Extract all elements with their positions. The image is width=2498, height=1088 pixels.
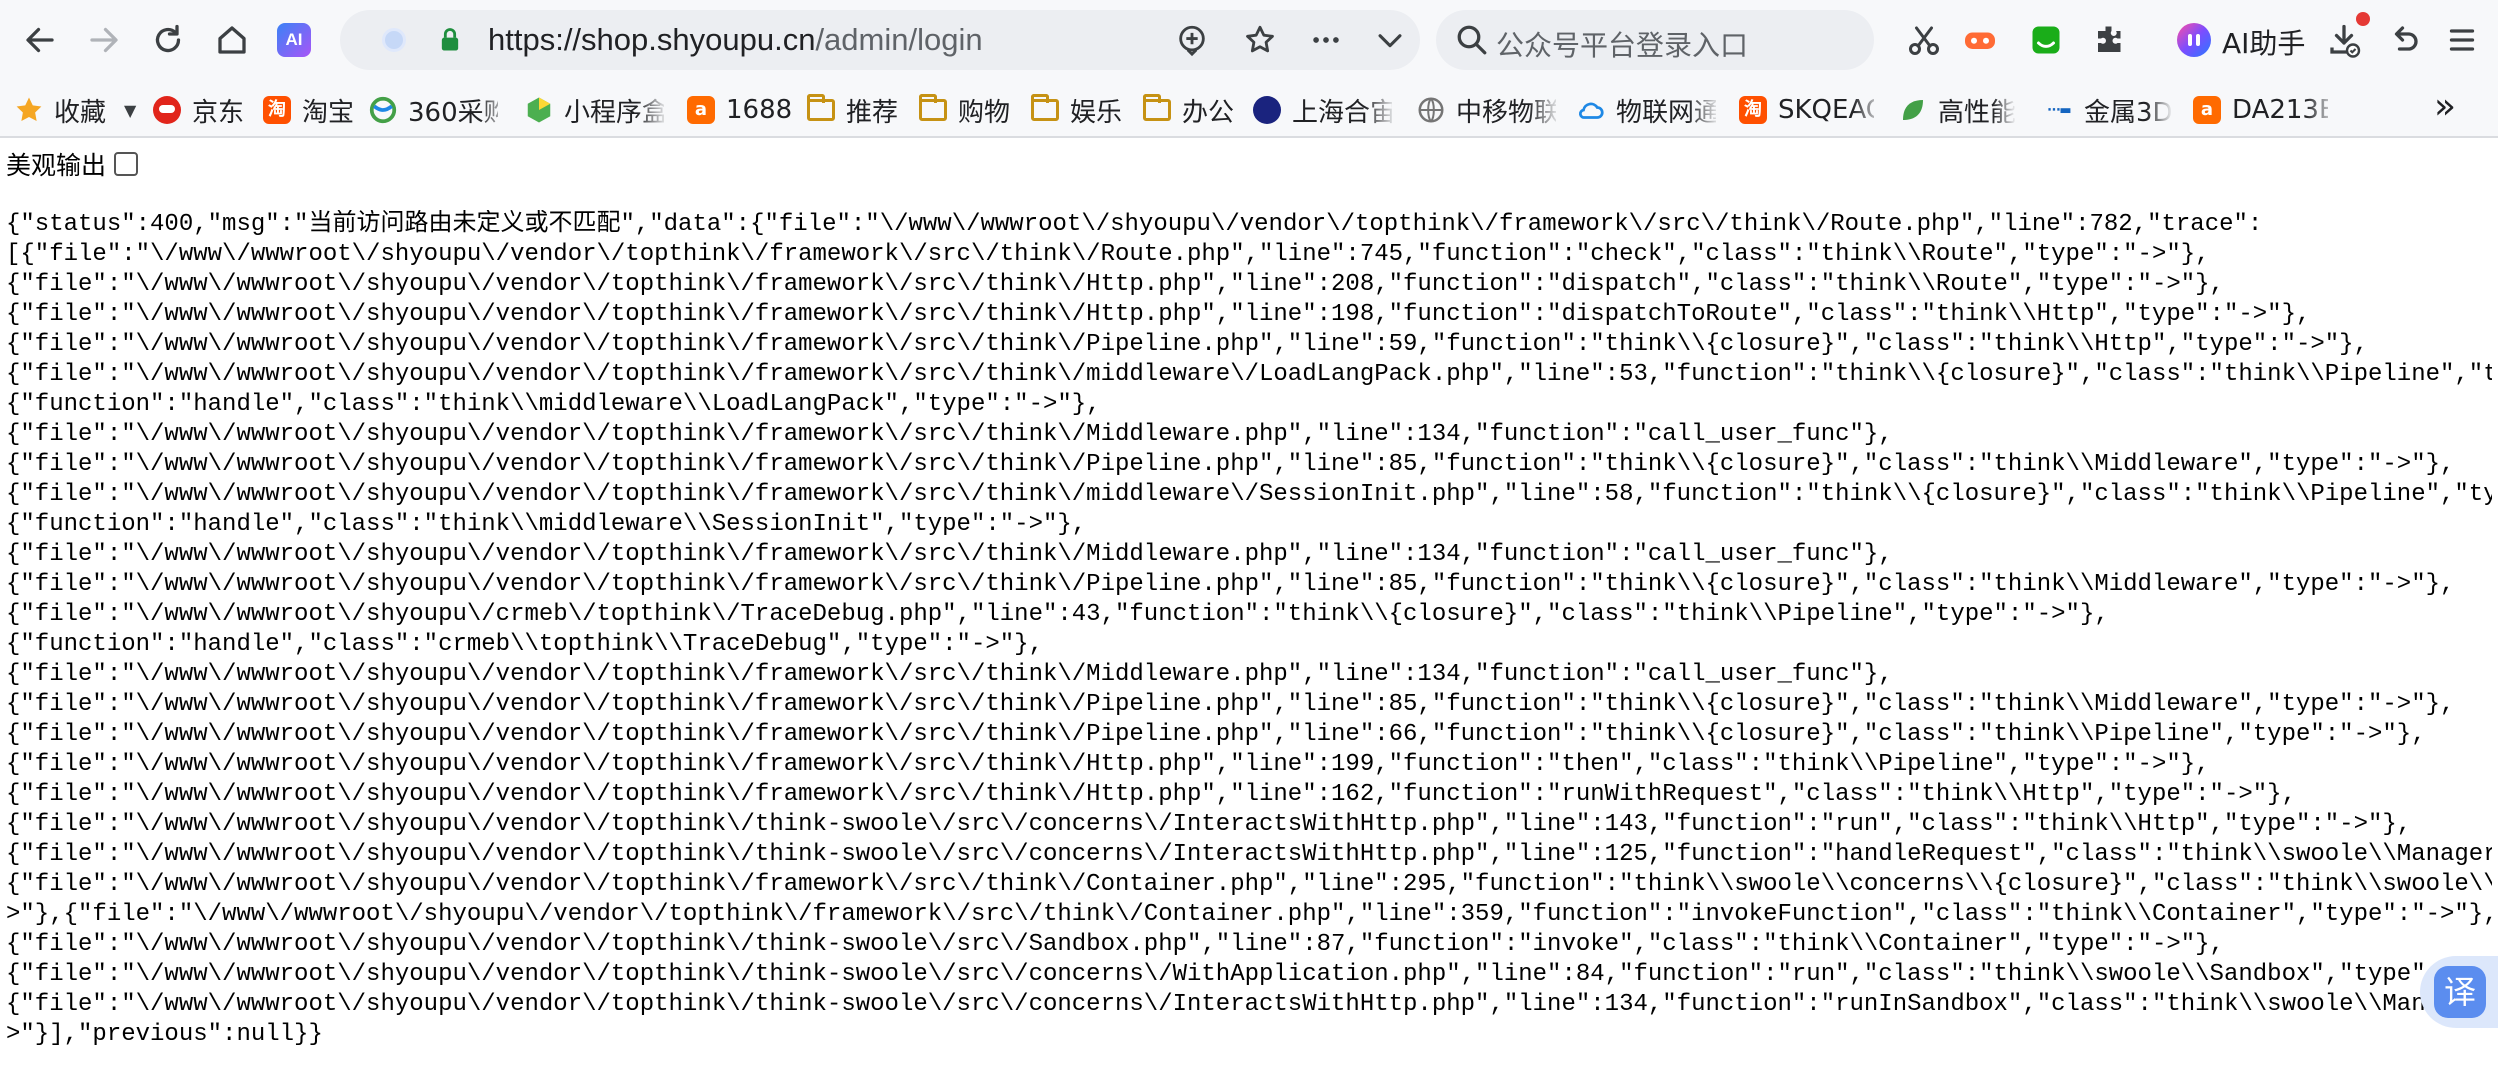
- bookmark-favorites[interactable]: 收藏 ▼: [14, 92, 136, 128]
- response-line: {"file":"\/www\/wwwroot\/shyoupu\/vendor…: [6, 361, 2492, 388]
- bookmark-folder-shopping[interactable]: 购物: [918, 92, 1010, 128]
- browser-toolbar: AI https://shop.shyoupu.cn/admin/login 公…: [0, 0, 2498, 82]
- json-response-body: {"status":400,"msg":"当前访问路由未定义或不匹配","dat…: [6, 210, 2492, 1050]
- notification-dot: [2356, 12, 2370, 26]
- bookmark-onenet[interactable]: 中移物联: [1416, 92, 1556, 128]
- home-icon[interactable]: [210, 18, 254, 62]
- bookmark-skqeac[interactable]: 淘 SKQEAC: [1738, 92, 1874, 128]
- response-line: {"function":"handle","class":"crmeb\\top…: [6, 631, 1043, 658]
- extensions-puzzle-icon[interactable]: [2088, 18, 2132, 62]
- star-icon: [14, 95, 44, 125]
- bookmark-miniapp[interactable]: 小程序盒: [524, 92, 664, 128]
- ai-helper-icon[interactable]: [2172, 18, 2216, 62]
- bookmark-1688[interactable]: a 1688: [686, 92, 792, 128]
- response-line: >"},{"file":"\/www\/wwwroot\/shyoupu\/ve…: [6, 901, 2492, 928]
- 360-icon: [368, 95, 398, 125]
- folder-icon: [918, 94, 948, 125]
- taobao-icon: 淘: [1738, 95, 1768, 125]
- response-line: {"file":"\/www\/wwwroot\/shyoupu\/vendor…: [6, 871, 2492, 898]
- chevron-down-icon[interactable]: ▼: [124, 101, 136, 120]
- response-line: {"function":"handle","class":"think\\mid…: [6, 391, 1101, 418]
- response-line: {"file":"\/www\/wwwroot\/shyoupu\/vendor…: [6, 571, 2455, 598]
- bookmark-folder-office[interactable]: 办公: [1142, 92, 1234, 128]
- response-line: {"file":"\/www\/wwwroot\/shyoupu\/vendor…: [6, 661, 1893, 688]
- game-extension-icon[interactable]: [1958, 18, 2002, 62]
- 1688-icon: a: [686, 95, 716, 125]
- bookmark-folder-recommend[interactable]: 推荐: [806, 92, 898, 128]
- bookmark-iot[interactable]: 物联网通: [1576, 92, 1716, 128]
- response-line: {"file":"\/www\/wwwroot\/shyoupu\/vendor…: [6, 781, 2296, 808]
- metal-icon: ⋯▬: [2047, 102, 2071, 118]
- response-line: {"file":"\/www\/wwwroot\/shyoupu\/vendor…: [6, 991, 2492, 1018]
- menu-icon[interactable]: [2440, 18, 2484, 62]
- response-line: {"file":"\/www\/wwwroot\/shyoupu\/vendor…: [6, 931, 2224, 958]
- leaf-icon: [1898, 95, 1928, 125]
- response-line: {"file":"\/www\/wwwroot\/shyoupu\/vendor…: [6, 331, 2368, 358]
- response-line: >"}],"previous":null}}: [6, 1021, 323, 1048]
- response-line: {"function":"handle","class":"think\\mid…: [6, 511, 1087, 538]
- taobao-icon: 淘: [262, 95, 292, 125]
- chat-extension-icon[interactable]: [2024, 18, 2068, 62]
- forward-arrow-icon[interactable]: [82, 18, 126, 62]
- 1688-icon: a: [2192, 95, 2222, 125]
- search-box[interactable]: 公众号平台登录入口: [1436, 10, 1874, 70]
- response-line: {"file":"\/www\/wwwroot\/shyoupu\/vendor…: [6, 481, 2492, 508]
- chevron-down-icon[interactable]: [1370, 20, 1410, 60]
- folder-icon: [1030, 94, 1060, 125]
- response-line: {"file":"\/www\/wwwroot\/shyoupu\/vendor…: [6, 451, 2455, 478]
- response-line: {"file":"\/www\/wwwroot\/shyoupu\/vendor…: [6, 811, 2412, 838]
- scissors-icon[interactable]: [1902, 18, 1946, 62]
- response-line: [{"file":"\/www\/wwwroot\/shyoupu\/vendo…: [6, 241, 2210, 268]
- undo-icon[interactable]: [2382, 18, 2426, 62]
- back-arrow-icon[interactable]: [18, 18, 62, 62]
- ai-helper-label[interactable]: AI助手: [2222, 22, 2305, 62]
- response-line: {"status":400,"msg":"当前访问路由未定义或不匹配","dat…: [6, 211, 2263, 238]
- pretty-print-checkbox[interactable]: [114, 152, 139, 176]
- site-info-icon[interactable]: [382, 28, 406, 52]
- bookmark-da213b[interactable]: a DA213B: [2192, 92, 2328, 128]
- response-line: {"file":"\/www\/wwwroot\/shyoupu\/vendor…: [6, 961, 2492, 988]
- bookmarks-overflow-icon[interactable]: »: [2434, 86, 2456, 127]
- miniapp-icon: [524, 95, 554, 125]
- bookmark-star-icon[interactable]: [1240, 20, 1280, 60]
- search-placeholder: 公众号平台登录入口: [1496, 29, 1749, 62]
- cloud-icon: [1576, 95, 1606, 125]
- add-bookmark-ai-icon[interactable]: [1172, 20, 1212, 60]
- pretty-print-label: 美观输出: [6, 151, 107, 180]
- folder-icon: [1142, 94, 1172, 125]
- translate-button[interactable]: 译: [2420, 956, 2498, 1028]
- bookmark-jd[interactable]: 京东: [152, 92, 244, 128]
- bookmark-performance[interactable]: 高性能: [1898, 92, 2028, 128]
- bookmark-folder-entertainment[interactable]: 娱乐: [1030, 92, 1122, 128]
- response-line: {"file":"\/www\/wwwroot\/shyoupu\/vendor…: [6, 541, 1893, 568]
- folder-icon: [806, 94, 836, 125]
- response-line: {"file":"\/www\/wwwroot\/shyoupu\/vendor…: [6, 691, 2455, 718]
- url-path: /admin/login: [815, 22, 983, 57]
- response-line: {"file":"\/www\/wwwroot\/shyoupu\/vendor…: [6, 271, 2224, 298]
- lock-icon: [441, 28, 459, 51]
- url-host: https://shop.shyoupu.cn: [488, 22, 816, 57]
- ai-badge-icon[interactable]: AI: [272, 18, 316, 62]
- response-line: {"file":"\/www\/wwwroot\/shyoupu\/vendor…: [6, 751, 2210, 778]
- response-line: {"file":"\/www\/wwwroot\/shyoupu\/vendor…: [6, 421, 1893, 448]
- search-icon: [1457, 25, 1487, 55]
- pretty-print-toggle: 美观输出: [6, 146, 139, 182]
- luat-icon: [1252, 95, 1282, 125]
- response-line: {"file":"\/www\/wwwroot\/shyoupu\/vendor…: [6, 301, 2311, 328]
- bookmark-taobao[interactable]: 淘 淘宝: [262, 92, 354, 128]
- more-options-icon[interactable]: [1306, 20, 1346, 60]
- globe-icon: [1416, 95, 1446, 125]
- url-text[interactable]: https://shop.shyoupu.cn/admin/login: [488, 22, 983, 58]
- reload-icon[interactable]: [146, 18, 190, 62]
- address-bar[interactable]: https://shop.shyoupu.cn/admin/login: [340, 10, 1420, 70]
- bookmark-metal3d[interactable]: ⋯▬ 金属3D: [2044, 92, 2174, 128]
- jd-icon: [152, 95, 182, 125]
- bookmark-luat[interactable]: 上海合宙: [1252, 92, 1392, 128]
- translate-icon: 译: [2434, 966, 2486, 1018]
- bookmarks-bar: 收藏 ▼ 京东 淘 淘宝 360采购 小程序盒 a 1688 推荐 购物 娱乐 …: [0, 82, 2498, 138]
- response-line: {"file":"\/www\/wwwroot\/shyoupu\/vendor…: [6, 721, 2426, 748]
- bookmark-360[interactable]: 360采购: [368, 92, 498, 128]
- response-line: {"file":"\/www\/wwwroot\/shyoupu\/crmeb\…: [6, 601, 2109, 628]
- response-line: {"file":"\/www\/wwwroot\/shyoupu\/vendor…: [6, 841, 2492, 868]
